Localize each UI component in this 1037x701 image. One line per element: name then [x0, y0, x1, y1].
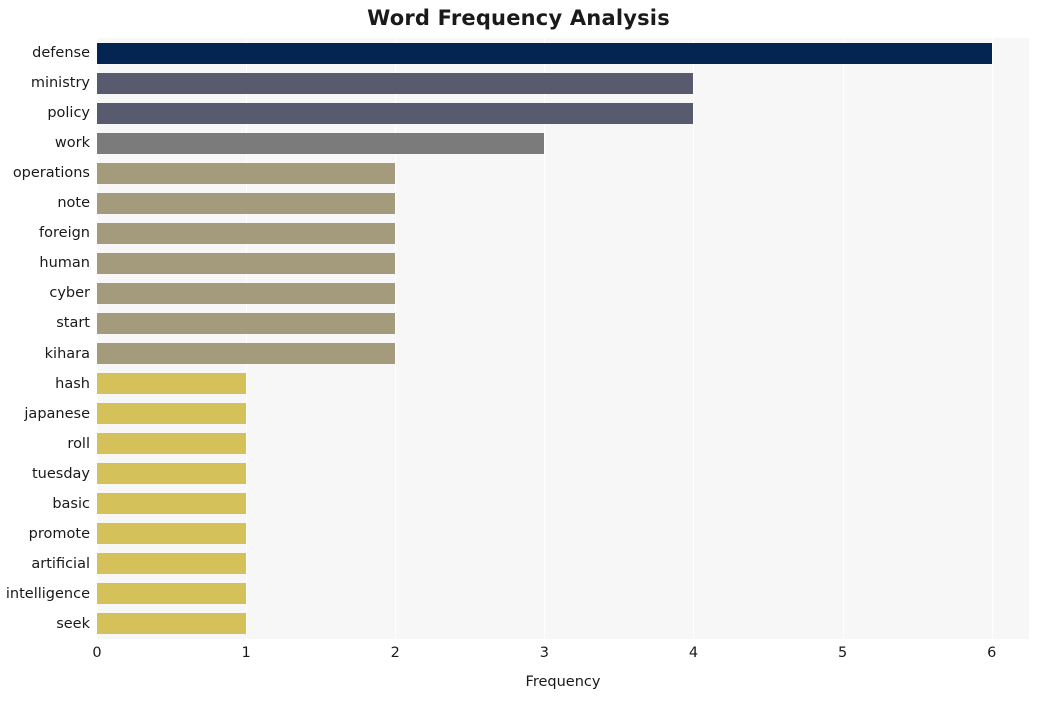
- bar: [97, 373, 247, 395]
- bar: [97, 132, 545, 154]
- y-axis-tick-label: cyber: [49, 285, 90, 302]
- chart-title: Word Frequency Analysis: [367, 6, 670, 30]
- y-axis-tick-label: kihara: [44, 345, 90, 362]
- y-axis-tick-label: foreign: [39, 225, 90, 242]
- x-axis-tick-label: 4: [688, 645, 699, 661]
- bar: [97, 613, 247, 635]
- x-axis-tick-label: 2: [390, 645, 400, 661]
- bar: [97, 252, 396, 274]
- y-axis-tick-label: basic: [52, 495, 90, 512]
- bars-layer: [97, 38, 1029, 639]
- word-frequency-chart: Word Frequency Analysis defense ministry p…: [0, 0, 1037, 701]
- y-axis-tick-label: start: [56, 315, 90, 332]
- y-axis-tick-label: work: [54, 135, 90, 152]
- y-axis-tick-label: seek: [56, 615, 90, 632]
- y-axis-tick-label: intelligence: [5, 585, 90, 602]
- y-axis-tick-label: tuesday: [31, 465, 90, 482]
- bar: [97, 523, 247, 545]
- bar: [97, 42, 992, 64]
- y-axis-tick-label: human: [39, 255, 90, 272]
- bar: [97, 102, 694, 124]
- y-axis-tick-label: operations: [12, 165, 90, 182]
- bar: [97, 403, 247, 425]
- y-axis-tick-label: artificial: [31, 555, 90, 572]
- bar: [97, 312, 396, 334]
- x-axis-tick-label: 5: [837, 645, 848, 661]
- y-axis-tick-label: hash: [55, 375, 90, 392]
- y-axis-tick-label: promote: [28, 525, 90, 542]
- bar: [97, 553, 247, 575]
- y-axis-tick-label: roll: [67, 435, 90, 452]
- bar: [97, 192, 396, 214]
- y-axis-tick-labels: defense ministry policy work operations note f…: [0, 38, 90, 639]
- x-axis-tick-labels: 0 1 2 3 4 5 6: [92, 645, 1029, 665]
- bar: [97, 493, 247, 515]
- bar: [97, 433, 247, 455]
- bar: [97, 72, 694, 94]
- y-axis-tick-label: note: [57, 195, 90, 212]
- bar: [97, 343, 396, 365]
- x-axis-title: Frequency: [525, 674, 601, 690]
- bar: [97, 162, 396, 184]
- bar: [97, 282, 396, 304]
- x-axis-tick-label: 1: [241, 645, 251, 661]
- bar: [97, 583, 247, 605]
- y-axis-tick-label: japanese: [24, 405, 90, 422]
- plot-area: [97, 38, 1029, 639]
- bar: [97, 222, 396, 244]
- y-axis-tick-label: policy: [47, 105, 90, 122]
- x-axis-tick-label: 0: [92, 645, 102, 661]
- y-axis-tick-label: ministry: [30, 75, 90, 92]
- x-axis-tick-label: 3: [539, 645, 549, 661]
- y-axis-tick-label: defense: [32, 45, 90, 62]
- bar: [97, 463, 247, 485]
- x-axis-tick-label: 6: [987, 645, 997, 661]
